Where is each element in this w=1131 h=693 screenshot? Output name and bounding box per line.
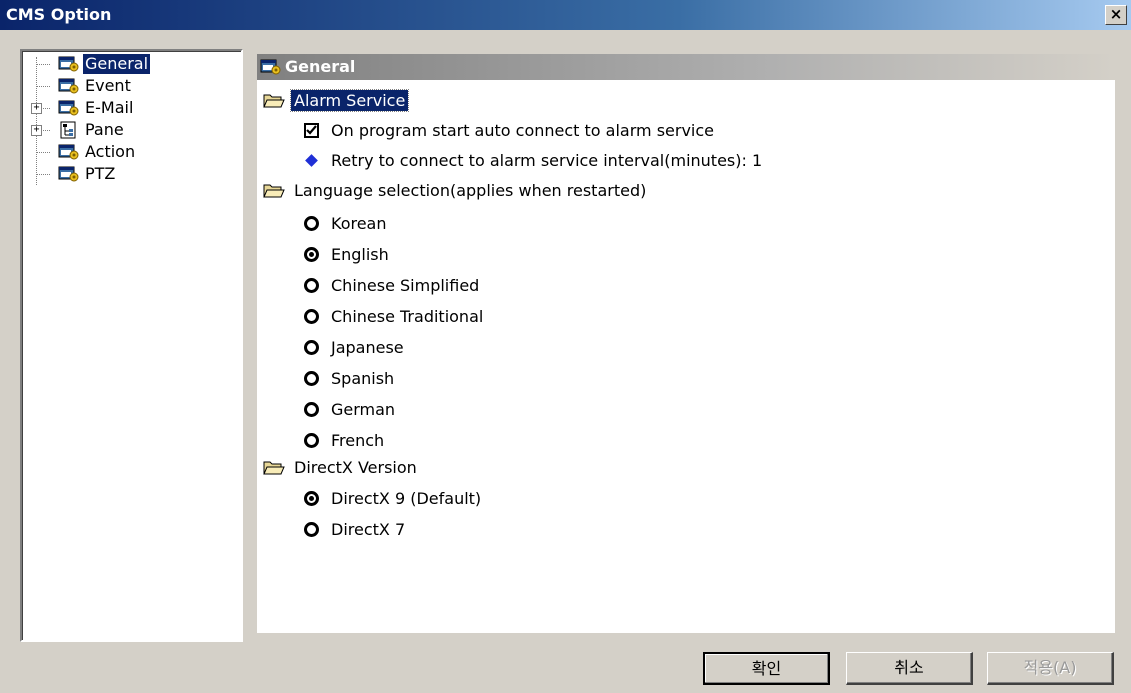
option-label: Chinese Traditional [331, 306, 484, 326]
section-title: Language selection(applies when restarte… [294, 180, 647, 200]
tree-item-ptz[interactable]: PTZ [58, 163, 117, 185]
option-label: Retry to connect to alarm service interv… [331, 150, 763, 170]
radio-option[interactable]: Chinese Simplified [304, 272, 479, 298]
options-tree[interactable]: General Event + E-Mail + Pane Action PTZ [20, 49, 243, 642]
general-options-panel: Alarm Service On program start auto conn… [257, 80, 1115, 633]
radio-button[interactable] [304, 339, 319, 355]
close-button[interactable]: × [1105, 5, 1127, 25]
window-title: CMS Option [6, 5, 112, 24]
settings-window-icon [58, 99, 80, 117]
tree-item-label: Event [85, 76, 131, 95]
radio-button[interactable] [304, 370, 319, 386]
option-label: On program start auto connect to alarm s… [331, 120, 714, 140]
option-label: German [331, 399, 396, 419]
content-title: General [285, 57, 356, 76]
radio-button[interactable] [304, 277, 319, 293]
auto-connect-checkbox[interactable] [304, 122, 319, 138]
radio-button[interactable] [304, 246, 319, 262]
option-label: Japanese [331, 337, 404, 357]
section-alarm-service[interactable]: Alarm Service [263, 87, 410, 113]
tree-item-general[interactable]: General [58, 53, 152, 75]
open-folder-icon [263, 458, 285, 476]
option-label: DirectX 9 (Default) [331, 488, 482, 508]
option-label: Korean [331, 213, 387, 233]
settings-window-icon [58, 165, 80, 183]
radio-option[interactable]: Chinese Traditional [304, 303, 483, 329]
settings-window-icon [58, 77, 80, 95]
radio-button[interactable] [304, 215, 319, 231]
radio-option[interactable]: Korean [304, 210, 387, 236]
radio-option[interactable]: Spanish [304, 365, 394, 391]
option-label: French [331, 430, 385, 450]
tree-item-label: General [81, 53, 152, 75]
ok-button[interactable]: 확인 [703, 652, 830, 685]
option-label: English [331, 244, 389, 264]
radio-option[interactable]: English [304, 241, 389, 267]
section-language[interactable]: Language selection(applies when restarte… [263, 177, 649, 203]
radio-option[interactable]: DirectX 9 (Default) [304, 485, 481, 511]
radio-button[interactable] [304, 401, 319, 417]
expand-icon[interactable]: + [31, 103, 42, 114]
auto-connect-option[interactable]: On program start auto connect to alarm s… [304, 117, 714, 143]
option-label: DirectX 7 [331, 519, 406, 539]
content-header: General [257, 54, 1115, 80]
settings-window-icon [58, 55, 80, 73]
radio-selected-dot [309, 251, 314, 257]
radio-button[interactable] [304, 521, 319, 537]
radio-option[interactable]: French [304, 427, 384, 453]
retry-interval-option[interactable]: Retry to connect to alarm service interv… [304, 147, 762, 173]
window-title-bar[interactable]: CMS Option × [0, 0, 1131, 30]
tree-item-label: Pane [85, 120, 124, 139]
option-label: Chinese Simplified [331, 275, 480, 295]
close-icon: × [1109, 5, 1123, 23]
tree-item-label: E-Mail [85, 98, 134, 117]
radio-button[interactable] [304, 308, 319, 324]
radio-button[interactable] [304, 432, 319, 448]
section-title: Alarm Service [289, 88, 410, 112]
open-folder-icon [263, 91, 285, 109]
radio-option[interactable]: German [304, 396, 395, 422]
option-label: Spanish [331, 368, 395, 388]
radio-option[interactable]: Japanese [304, 334, 404, 360]
checkmark-icon [306, 125, 317, 135]
apply-button[interactable]: 적용(A) [987, 652, 1114, 685]
settings-window-icon [58, 143, 80, 161]
tree-item-pane[interactable]: Pane [58, 119, 126, 141]
tree-connector [36, 174, 50, 175]
diamond-bullet-icon [305, 153, 318, 167]
tree-item-email[interactable]: E-Mail [58, 97, 135, 119]
tree-item-event[interactable]: Event [58, 75, 133, 97]
tree-item-label: Action [85, 142, 136, 161]
expand-icon[interactable]: + [31, 125, 42, 136]
radio-button[interactable] [304, 490, 319, 506]
radio-option[interactable]: DirectX 7 [304, 516, 405, 542]
open-folder-icon [263, 181, 285, 199]
tree-item-label: PTZ [85, 164, 116, 183]
tree-connector [36, 64, 50, 65]
tree-connector [36, 57, 37, 185]
pane-tree-icon [58, 121, 80, 139]
tree-connector [36, 86, 50, 87]
tree-item-action[interactable]: Action [58, 141, 137, 163]
cancel-button[interactable]: 취소 [846, 652, 973, 685]
tree-connector [36, 152, 50, 153]
radio-selected-dot [309, 495, 314, 501]
section-title: DirectX Version [294, 457, 417, 477]
section-directx[interactable]: DirectX Version [263, 454, 420, 480]
